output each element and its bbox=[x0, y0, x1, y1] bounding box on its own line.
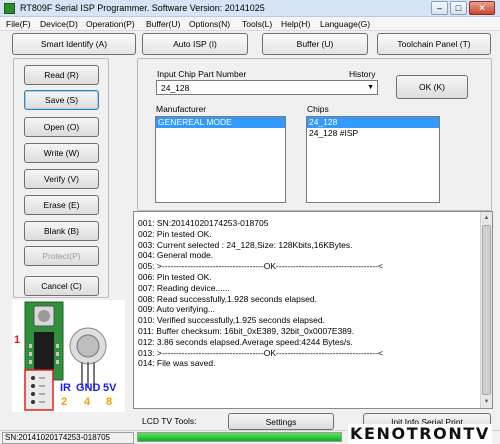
log-line: 005: >----------------------------------… bbox=[138, 261, 383, 272]
progress-fill bbox=[138, 433, 341, 441]
log-line: 003: Current selected : 24_128,Size: 128… bbox=[138, 239, 353, 250]
chip-item[interactable]: 24_128 #ISP bbox=[307, 128, 439, 139]
minimize-button[interactable]: – bbox=[431, 1, 448, 15]
dropdown-arrow-icon[interactable]: ▼ bbox=[367, 84, 374, 91]
chip-part-combobox[interactable]: 24_128 ▼ bbox=[156, 80, 378, 95]
menu-bar: File(F) Device(D) Operation(P) Buffer(U)… bbox=[0, 17, 500, 31]
scroll-up-icon[interactable]: ▲ bbox=[481, 212, 492, 224]
log-output[interactable]: 001: SN:20141020174253-018705 002: Pin t… bbox=[133, 211, 493, 409]
history-label: History bbox=[349, 69, 376, 79]
isp-connection-illustration: 1 IR GND 5V 2 4 8 bbox=[12, 300, 125, 412]
log-line: 001: SN:20141020174253-018705 bbox=[138, 218, 269, 228]
protect-button[interactable]: Protect(P) bbox=[24, 246, 99, 266]
pin-number-4: 4 bbox=[84, 396, 91, 408]
verify-button[interactable]: Verify (V) bbox=[24, 169, 99, 189]
menu-options[interactable]: Options(N) bbox=[189, 19, 230, 29]
chip-item[interactable]: 24_128 bbox=[307, 117, 439, 128]
menu-operation[interactable]: Operation(P) bbox=[86, 19, 135, 29]
read-button[interactable]: Read (R) bbox=[24, 65, 99, 85]
open-button[interactable]: Open (O) bbox=[24, 117, 99, 137]
log-line: 002: Pin tested OK. bbox=[138, 228, 212, 239]
manufacturer-item[interactable]: GENEREAL MODE bbox=[156, 117, 285, 128]
lcd-tv-tools-label: LCD TV Tools: bbox=[142, 416, 197, 426]
manufacturer-list[interactable]: GENEREAL MODE bbox=[155, 116, 286, 203]
menu-device[interactable]: Device(D) bbox=[40, 19, 78, 29]
title-bar: RT809F Serial ISP Programmer. Software V… bbox=[0, 0, 500, 17]
scroll-down-icon[interactable]: ▼ bbox=[481, 396, 492, 408]
menu-buffer[interactable]: Buffer(U) bbox=[146, 19, 180, 29]
menu-tools[interactable]: Tools(L) bbox=[242, 19, 272, 29]
scroll-thumb[interactable] bbox=[482, 225, 491, 395]
toolchain-panel-button[interactable]: Toolchain Panel (T) bbox=[377, 33, 491, 55]
write-button[interactable]: Write (W) bbox=[24, 143, 99, 163]
maximize-button[interactable]: □ bbox=[450, 1, 467, 15]
close-button[interactable]: ✕ bbox=[469, 1, 495, 15]
pin-number-label: 1 bbox=[14, 334, 21, 346]
smart-identify-button[interactable]: Smart Identify (A) bbox=[12, 33, 136, 55]
log-line: 013: >----------------------------------… bbox=[138, 347, 383, 358]
watermark-logo: KENOTRONTV bbox=[348, 424, 492, 444]
log-line: 006: Pin tested OK. bbox=[138, 271, 212, 282]
log-line: 012: 3.86 seconds elapsed.Average speed:… bbox=[138, 336, 353, 347]
progress-bar bbox=[137, 432, 342, 442]
log-line: 009: Auto verifying... bbox=[138, 304, 216, 315]
log-line: 014: File was saved. bbox=[138, 358, 216, 369]
cancel-button[interactable]: Cancel (C) bbox=[24, 276, 99, 296]
blank-button[interactable]: Blank (B) bbox=[24, 221, 99, 241]
chips-list[interactable]: 24_128 24_128 #ISP bbox=[306, 116, 440, 203]
log-line: 010: Verified successfully,1.925 seconds… bbox=[138, 315, 325, 326]
status-serial-number: SN:20141020174253-018705 bbox=[2, 432, 134, 444]
buffer-button[interactable]: Buffer (U) bbox=[262, 33, 368, 55]
chips-label: Chips bbox=[307, 104, 329, 114]
erase-button[interactable]: Erase (E) bbox=[24, 195, 99, 215]
log-line: 011: Buffer checksum: 16bit_0xE389, 32bi… bbox=[138, 325, 355, 336]
pin-label-gnd: GND bbox=[76, 382, 101, 394]
settings-button[interactable]: Settings bbox=[228, 413, 334, 430]
pin-number-2: 2 bbox=[61, 396, 68, 408]
menu-file[interactable]: File(F) bbox=[6, 19, 31, 29]
manufacturer-label: Manufacturer bbox=[156, 104, 207, 114]
save-button[interactable]: Save (S) bbox=[24, 90, 99, 110]
chip-part-label: Input Chip Part Number bbox=[157, 69, 247, 79]
log-line: 008: Read successfully,1.928 seconds ela… bbox=[138, 293, 317, 304]
menu-help[interactable]: Help(H) bbox=[281, 19, 310, 29]
pin-number-8: 8 bbox=[106, 396, 113, 408]
log-line: 007: Reading device...... bbox=[138, 282, 230, 293]
pin-label-5v: 5V bbox=[103, 382, 117, 394]
pin-label-ir: IR bbox=[60, 382, 71, 394]
log-line: 004: General mode. bbox=[138, 250, 214, 261]
log-scrollbar[interactable]: ▲ ▼ bbox=[480, 212, 492, 408]
app-icon bbox=[4, 3, 15, 14]
auto-isp-button[interactable]: Auto ISP (I) bbox=[142, 33, 248, 55]
ok-button[interactable]: OK (K) bbox=[396, 75, 468, 99]
chip-part-value: 24_128 bbox=[161, 83, 190, 93]
menu-language[interactable]: Language(G) bbox=[320, 19, 370, 29]
window-title: RT809F Serial ISP Programmer. Software V… bbox=[20, 3, 265, 13]
